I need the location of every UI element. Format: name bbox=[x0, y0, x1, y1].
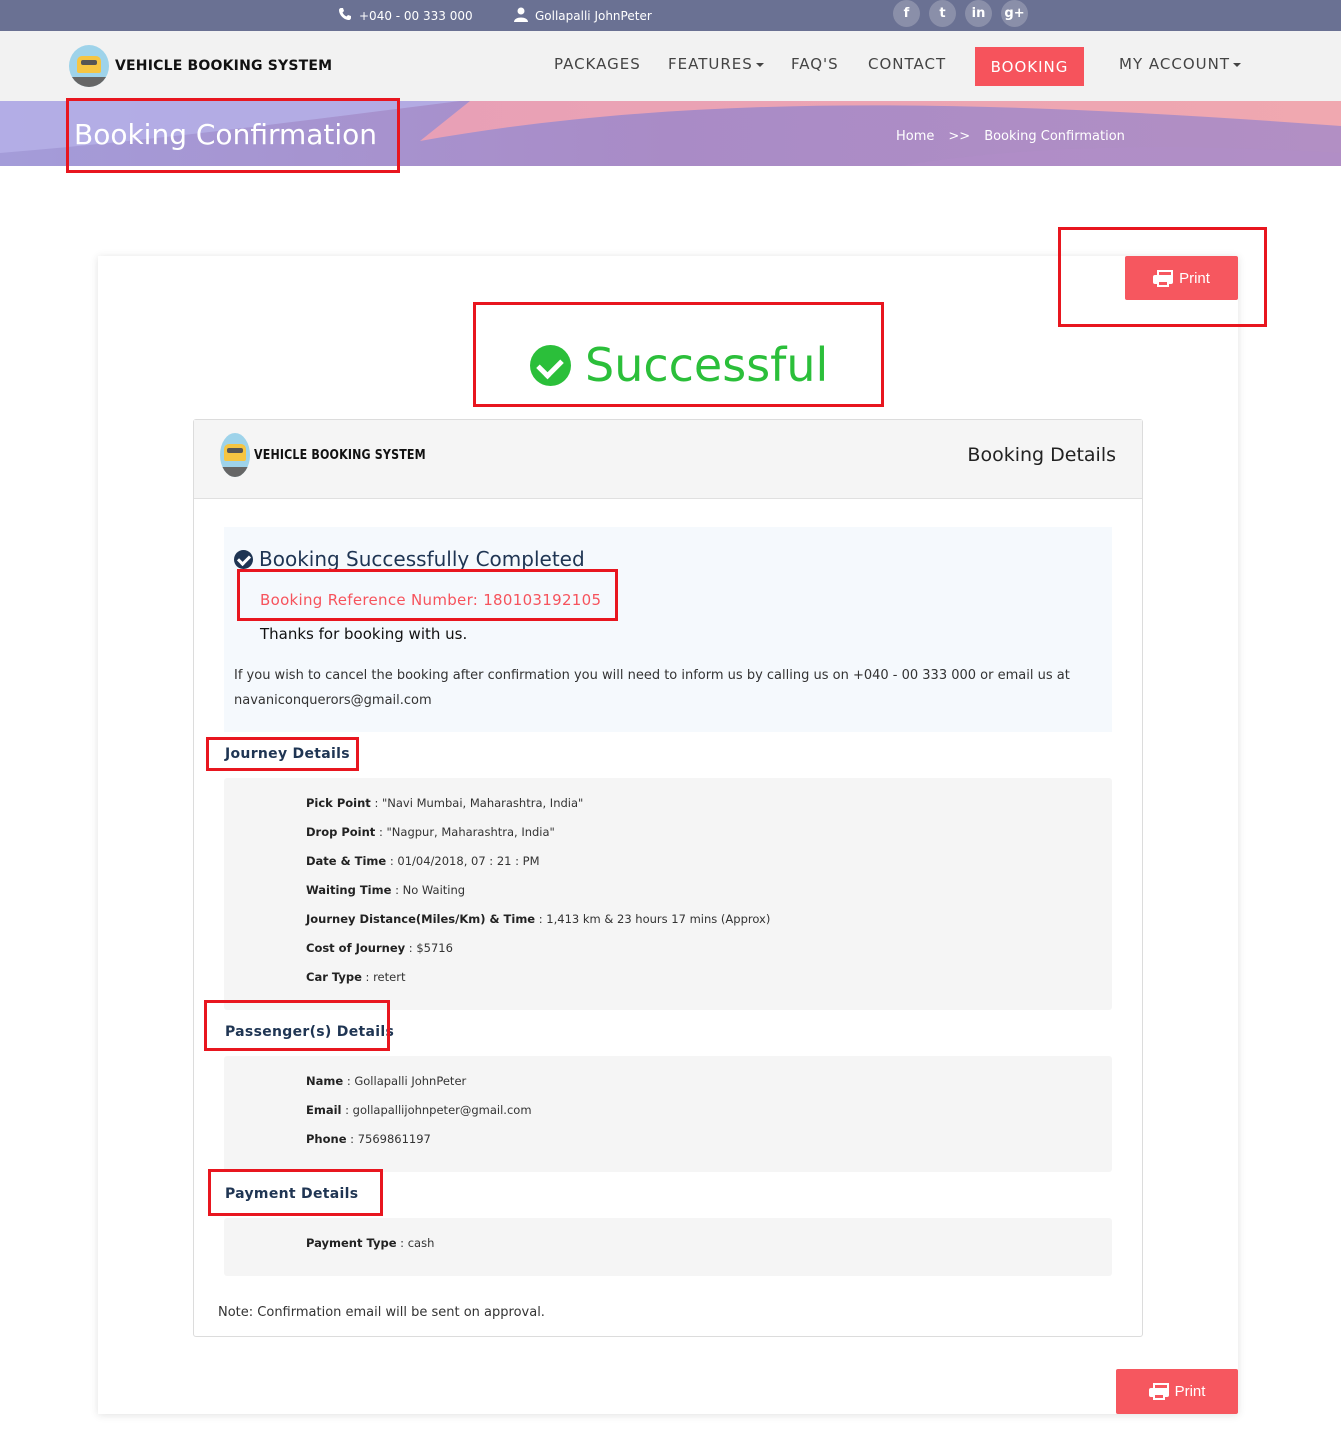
nav-item-booking[interactable]: BOOKING bbox=[975, 47, 1084, 86]
chevron-down-icon bbox=[1233, 62, 1241, 67]
phone-number: +040 - 00 333 000 bbox=[359, 8, 473, 23]
nav-item-label: MY ACCOUNT bbox=[1119, 55, 1230, 73]
main-nav: VEHICLE BOOKING SYSTEM PACKAGES FEATURES… bbox=[0, 31, 1341, 101]
detail-value: cash bbox=[407, 1236, 435, 1250]
detail-label: Date & Time bbox=[306, 854, 387, 868]
detail-label: Journey Distance(Miles/Km) & Time bbox=[306, 912, 536, 926]
details-title: Booking Details bbox=[967, 444, 1116, 466]
detail-value: No Waiting bbox=[402, 883, 466, 897]
details-brand: VEHICLE BOOKING SYSTEM bbox=[220, 433, 456, 477]
cancel-info: If you wish to cancel the booking after … bbox=[234, 668, 1070, 708]
detail-row: Payment Type : cash bbox=[306, 1236, 435, 1250]
detail-value: 1,413 km & 23 hours 17 mins (Approx) bbox=[546, 912, 771, 926]
detail-label: Pick Point bbox=[306, 796, 371, 810]
social-links: f t in g+ bbox=[893, 0, 1028, 27]
passenger-details-box: Name : Gollapalli JohnPeter Email : golla… bbox=[224, 1056, 1112, 1172]
detail-row: Pick Point : "Navi Mumbai, Maharashtra, … bbox=[306, 796, 584, 810]
detail-value: Gollapalli JohnPeter bbox=[354, 1074, 467, 1088]
brand-logo[interactable]: VEHICLE BOOKING SYSTEM bbox=[69, 45, 332, 87]
detail-label: Waiting Time bbox=[306, 883, 392, 897]
check-circle-icon bbox=[530, 344, 571, 386]
nav-item-contact[interactable]: CONTACT bbox=[868, 55, 946, 73]
success-heading-text: Booking Successfully Completed bbox=[259, 547, 585, 571]
detail-label: Drop Point bbox=[306, 825, 376, 839]
user-info[interactable]: Gollapalli JohnPeter bbox=[514, 0, 652, 31]
note-text: Note: Confirmation email will be sent on… bbox=[218, 1305, 545, 1320]
detail-row: Waiting Time : No Waiting bbox=[306, 883, 466, 897]
detail-row: Phone : 7569861197 bbox=[306, 1132, 431, 1146]
booking-reference: Booking Reference Number: 180103192105 bbox=[260, 591, 602, 609]
top-bar: +040 - 00 333 000 Gollapalli JohnPeter f… bbox=[0, 0, 1341, 31]
nav-item-faqs[interactable]: FAQ'S bbox=[791, 55, 839, 73]
brand-name: VEHICLE BOOKING SYSTEM bbox=[115, 58, 333, 74]
print-button-bottom[interactable]: Print bbox=[1116, 1369, 1238, 1414]
detail-label: Payment Type bbox=[306, 1236, 397, 1250]
detail-row: Cost of Journey : $5716 bbox=[306, 941, 453, 955]
detail-value: gollapallijohnpeter@gmail.com bbox=[352, 1103, 532, 1117]
success-text: Successful bbox=[585, 338, 829, 392]
facebook-icon[interactable]: f bbox=[893, 0, 920, 27]
detail-row: Journey Distance(Miles/Km) & Time : 1,41… bbox=[306, 912, 771, 926]
payment-details-title: Payment Details bbox=[225, 1186, 359, 1202]
booking-details-panel: VEHICLE BOOKING SYSTEM Booking Details B… bbox=[193, 419, 1143, 1337]
detail-label: Email bbox=[306, 1103, 342, 1117]
taxi-logo-icon bbox=[69, 45, 109, 87]
detail-row: Drop Point : "Nagpur, Maharashtra, India… bbox=[306, 825, 555, 839]
detail-label: Phone bbox=[306, 1132, 347, 1146]
details-header: VEHICLE BOOKING SYSTEM Booking Details bbox=[194, 420, 1142, 499]
passenger-details-title: Passenger(s) Details bbox=[225, 1024, 395, 1040]
printer-icon bbox=[1153, 269, 1174, 287]
print-label: Print bbox=[1179, 269, 1210, 287]
detail-row: Name : Gollapalli JohnPeter bbox=[306, 1074, 467, 1088]
detail-label: Cost of Journey bbox=[306, 941, 406, 955]
detail-value: $5716 bbox=[416, 941, 453, 955]
nav-item-my-account[interactable]: MY ACCOUNT bbox=[1119, 55, 1241, 73]
linkedin-icon[interactable]: in bbox=[965, 0, 992, 27]
detail-row: Car Type : retert bbox=[306, 970, 406, 984]
success-status: Successful bbox=[530, 338, 828, 392]
phone-info: +040 - 00 333 000 bbox=[338, 0, 473, 31]
journey-details-title: Journey Details bbox=[225, 746, 350, 762]
detail-label: Name bbox=[306, 1074, 344, 1088]
phone-icon bbox=[338, 7, 352, 24]
nav-item-packages[interactable]: PACKAGES bbox=[554, 55, 641, 73]
breadcrumb: Home >> Booking Confirmation bbox=[896, 129, 1125, 144]
detail-value: retert bbox=[373, 970, 406, 984]
detail-row: Date & Time : 01/04/2018, 07 : 21 : PM bbox=[306, 854, 540, 868]
detail-value: 7569861197 bbox=[357, 1132, 431, 1146]
breadcrumb-separator: >> bbox=[948, 129, 971, 144]
page-title: Booking Confirmation bbox=[74, 118, 378, 151]
chevron-down-icon bbox=[755, 62, 764, 67]
detail-label: Car Type bbox=[306, 970, 362, 984]
taxi-logo-icon bbox=[220, 433, 250, 477]
nav-item-label: FEATURES bbox=[668, 55, 753, 73]
page-banner: Booking Confirmation Home >> Booking Con… bbox=[0, 101, 1341, 166]
check-circle-icon bbox=[234, 549, 253, 569]
nav-item-features[interactable]: FEATURES bbox=[668, 55, 764, 73]
user-icon bbox=[514, 7, 528, 25]
detail-value: "Navi Mumbai, Maharashtra, India" bbox=[381, 796, 584, 810]
journey-details-box: Pick Point : "Navi Mumbai, Maharashtra, … bbox=[224, 778, 1112, 1010]
detail-value: "Nagpur, Maharashtra, India" bbox=[386, 825, 555, 839]
detail-row: Email : gollapallijohnpeter@gmail.com bbox=[306, 1103, 532, 1117]
detail-value: 01/04/2018, 07 : 21 : PM bbox=[397, 854, 540, 868]
payment-details-box: Payment Type : cash bbox=[224, 1218, 1112, 1276]
printer-icon bbox=[1148, 1383, 1169, 1400]
breadcrumb-home[interactable]: Home bbox=[896, 129, 934, 144]
breadcrumb-current: Booking Confirmation bbox=[984, 129, 1125, 144]
thanks-text: Thanks for booking with us. bbox=[260, 625, 468, 643]
print-label: Print bbox=[1174, 1383, 1206, 1400]
user-name: Gollapalli JohnPeter bbox=[535, 8, 652, 23]
print-button-top[interactable]: Print bbox=[1125, 256, 1238, 300]
success-heading: Booking Successfully Completed bbox=[234, 547, 585, 571]
success-message: Booking Successfully Completed Booking R… bbox=[224, 527, 1112, 732]
twitter-icon[interactable]: t bbox=[929, 0, 956, 27]
details-brand-name: VEHICLE BOOKING SYSTEM bbox=[254, 447, 426, 463]
google-plus-icon[interactable]: g+ bbox=[1001, 0, 1028, 27]
